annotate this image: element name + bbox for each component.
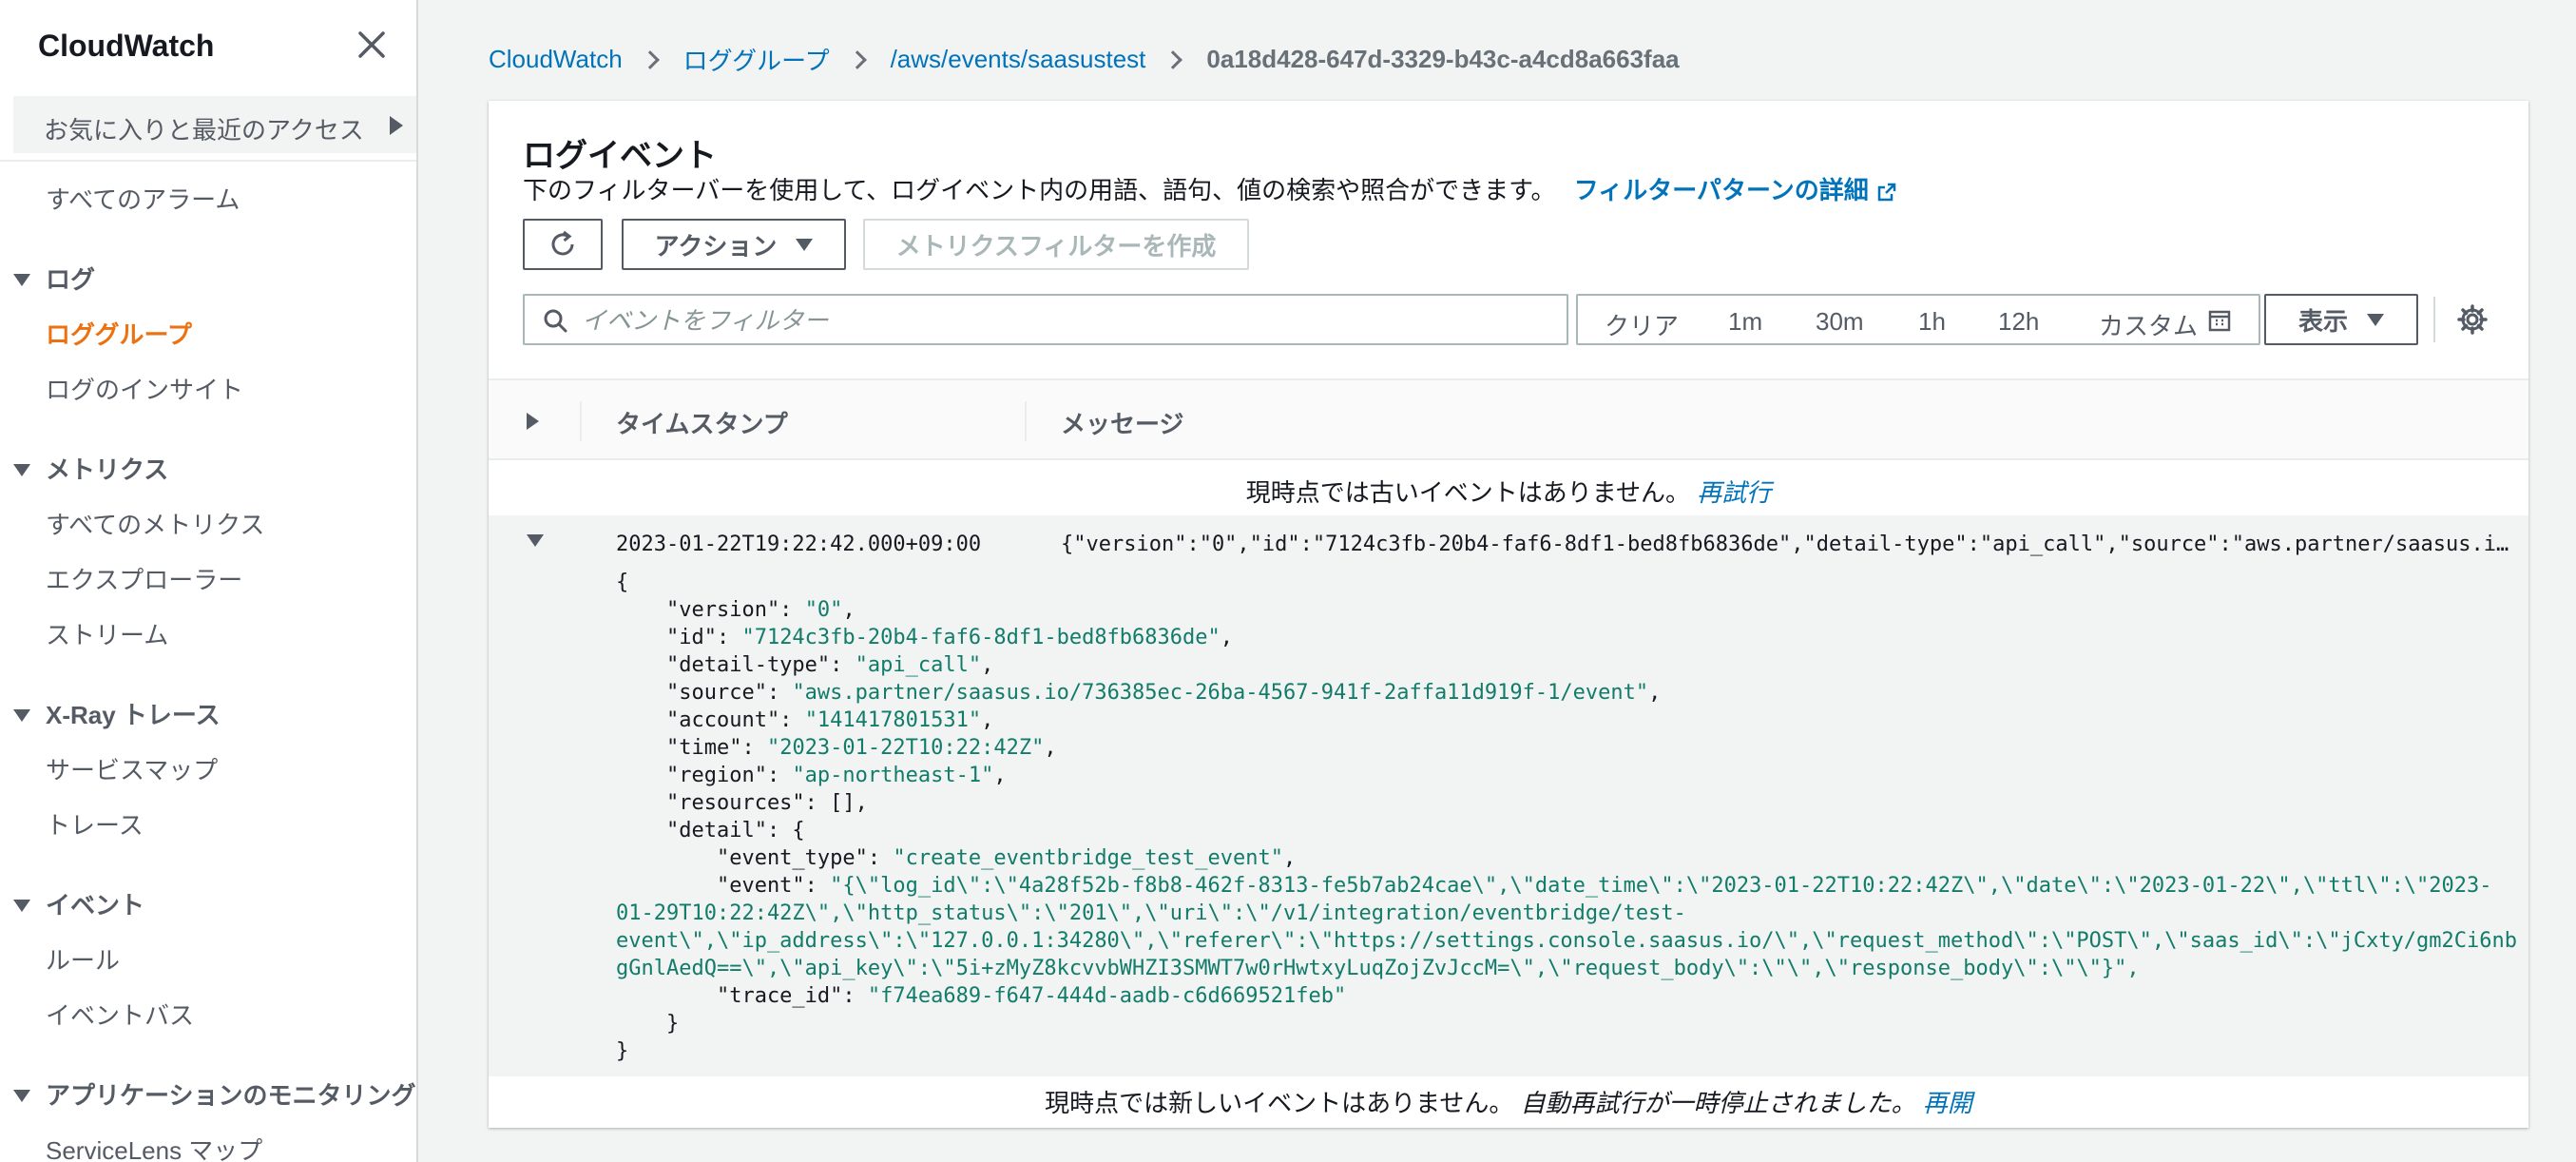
column-divider xyxy=(580,401,582,441)
time-range-1h[interactable]: 1h xyxy=(1918,307,1946,337)
panel-description: 下のフィルターバーを使用して、ログイベント内の用語、語句、値の検索や照合ができま… xyxy=(523,171,1897,206)
caret-right-icon xyxy=(390,116,403,135)
create-metric-filter-button[interactable]: メトリクスフィルターを作成 xyxy=(863,219,1249,270)
favorites-recent-toggle[interactable]: お気に入りと最近のアクセス xyxy=(13,96,416,153)
resume-link[interactable]: 再開 xyxy=(1923,1089,1972,1117)
breadcrumb-log-groups[interactable]: ロググループ xyxy=(683,42,830,77)
chevron-right-icon xyxy=(847,49,867,69)
column-header-message[interactable]: メッセージ xyxy=(1061,405,1183,440)
time-range-clear[interactable]: クリア xyxy=(1605,307,1679,342)
breadcrumb-cloudwatch[interactable]: CloudWatch xyxy=(489,45,623,74)
chevron-right-icon xyxy=(1163,49,1183,69)
display-dropdown[interactable]: 表示 xyxy=(2264,294,2418,345)
retry-link[interactable]: 再試行 xyxy=(1697,478,1771,507)
sidebar-item-explorer[interactable]: エクスプローラー xyxy=(46,561,242,596)
time-range-selector: クリア 1m 30m 1h 12h カスタム xyxy=(1576,294,2260,345)
external-link-icon xyxy=(1877,183,1895,202)
auto-retry-paused-text: 自動再試行が一時停止されました。 xyxy=(1520,1089,1916,1117)
sidebar-item-all-metrics[interactable]: すべてのメトリクス xyxy=(46,506,264,541)
chevron-right-icon xyxy=(640,49,660,69)
json-line: "source": "aws.partner/saasus.io/736385e… xyxy=(616,681,1662,705)
json-line: "region": "ap-northeast-1", xyxy=(616,764,1007,787)
json-line: 01-29T10:22:42Z\",\"http_status\":\"201\… xyxy=(616,901,1686,925)
json-line: "event_type": "create_eventbridge_test_e… xyxy=(616,846,1297,870)
filter-pattern-help-link[interactable]: フィルターパターンの詳細 xyxy=(1574,176,1897,204)
no-newer-events-row: 現時点では新しいイベントはありません。 自動再試行が一時停止されました。 再開 xyxy=(1045,1089,1972,1117)
gear-icon[interactable] xyxy=(2456,303,2489,336)
breadcrumb-current-stream: 0a18d428-647d-3329-b43c-a4cd8a663faa xyxy=(1206,45,1680,73)
sidebar-divider xyxy=(0,160,416,162)
json-line: } xyxy=(616,1012,680,1036)
caret-right-icon[interactable] xyxy=(527,413,539,430)
sidebar-section-events[interactable]: イベント xyxy=(13,886,144,921)
json-line: "id": "7124c3fb-20b4-faf6-8df1-bed8fb683… xyxy=(616,626,1234,649)
search-icon xyxy=(544,309,567,333)
column-divider xyxy=(1025,401,1027,441)
caret-down-icon[interactable] xyxy=(527,534,544,547)
time-range-30m[interactable]: 30m xyxy=(1816,307,1864,337)
sidebar: CloudWatch お気に入りと最近のアクセス すべてのアラーム ログ ロググ… xyxy=(0,0,418,1162)
sidebar-section-logs[interactable]: ログ xyxy=(13,261,95,296)
sidebar-item-traces[interactable]: トレース xyxy=(46,806,144,842)
sidebar-item-servicelens-map[interactable]: ServiceLens マップ xyxy=(46,1132,262,1162)
json-line: "resources": [], xyxy=(616,791,868,815)
time-range-custom[interactable]: カスタム xyxy=(2099,307,2198,342)
breadcrumb: CloudWatch ロググループ /aws/events/saasustest… xyxy=(489,42,1680,77)
refresh-button[interactable] xyxy=(523,219,603,270)
json-line: { xyxy=(616,571,629,594)
json-line: "time": "2023-01-22T10:22:42Z", xyxy=(616,736,1057,760)
sidebar-item-rules[interactable]: ルール xyxy=(46,941,120,977)
caret-down-icon xyxy=(2367,313,2384,326)
event-message: {"version":"0","id":"7124c3fb-20b4-faf6-… xyxy=(1061,533,2515,556)
sidebar-item-event-buses[interactable]: イベントバス xyxy=(46,997,194,1032)
sidebar-item-service-map[interactable]: サービスマップ xyxy=(46,751,218,786)
time-range-1m[interactable]: 1m xyxy=(1728,307,1762,337)
breadcrumb-log-group[interactable]: /aws/events/saasustest xyxy=(891,45,1146,74)
sidebar-section-metrics[interactable]: メトリクス xyxy=(13,451,168,486)
json-line: "trace_id": "f74ea689-f647-444d-aadb-c6d… xyxy=(616,984,1347,1008)
event-filter-search xyxy=(523,294,1568,345)
calendar-icon[interactable] xyxy=(2208,309,2231,332)
sidebar-item-log-insights[interactable]: ログのインサイト xyxy=(46,371,243,406)
json-line: event\",\"ip_address\":\"127.0.0.1:34280… xyxy=(616,929,2518,953)
json-line: "detail": { xyxy=(616,819,805,842)
caret-down-icon xyxy=(796,238,814,251)
caret-down-icon xyxy=(13,463,30,476)
json-line: } xyxy=(616,1039,629,1063)
log-events-panel: ログイベント 下のフィルターバーを使用して、ログイベント内の用語、語句、値の検索… xyxy=(489,101,2528,1128)
event-timestamp: 2023-01-22T19:22:42.000+09:00 xyxy=(616,533,982,556)
json-line: "event": "{\"log_id\":\"4a28f52b-f8b8-46… xyxy=(616,874,2492,898)
caret-down-icon xyxy=(13,708,30,722)
table-header: タイムスタンプ メッセージ xyxy=(489,378,2528,460)
close-icon[interactable] xyxy=(354,27,390,63)
sidebar-section-xray[interactable]: X-Ray トレース xyxy=(13,696,221,731)
json-line: gGnlAedQ==\",\"api_key\":\"5i+zMyZ8kcvvb… xyxy=(616,957,2140,980)
search-input[interactable] xyxy=(582,303,1551,338)
page-title: ログイベント xyxy=(523,138,717,174)
json-line: "detail-type": "api_call", xyxy=(616,653,994,677)
caret-down-icon xyxy=(13,273,30,286)
divider xyxy=(2433,297,2435,342)
sidebar-section-app-monitoring[interactable]: アプリケーションのモニタリング xyxy=(13,1076,415,1112)
column-header-timestamp[interactable]: タイムスタンプ xyxy=(616,405,788,440)
sidebar-title: CloudWatch xyxy=(38,29,215,63)
caret-down-icon xyxy=(13,899,30,912)
description-text: 下のフィルターバーを使用して、ログイベント内の用語、語句、値の検索や照合ができま… xyxy=(523,176,1556,204)
sidebar-item-streams[interactable]: ストリーム xyxy=(46,616,168,651)
time-range-12h[interactable]: 12h xyxy=(1998,307,2039,337)
event-json-detail: { "version": "0", "id": "7124c3fb-20b4-f… xyxy=(616,569,2518,1065)
sidebar-item-all-alarms[interactable]: すべてのアラーム xyxy=(46,181,240,216)
favorites-label: お気に入りと最近のアクセス xyxy=(44,116,364,145)
json-line: "account": "141417801531", xyxy=(616,708,994,732)
json-line: "version": "0", xyxy=(616,598,855,622)
refresh-icon xyxy=(551,230,574,256)
sidebar-item-log-groups[interactable]: ロググループ xyxy=(46,316,192,351)
caret-down-icon xyxy=(13,1089,30,1102)
actions-dropdown[interactable]: アクション xyxy=(622,219,846,270)
table-row: 2023-01-22T19:22:42.000+09:00 {"version"… xyxy=(489,515,2528,1076)
